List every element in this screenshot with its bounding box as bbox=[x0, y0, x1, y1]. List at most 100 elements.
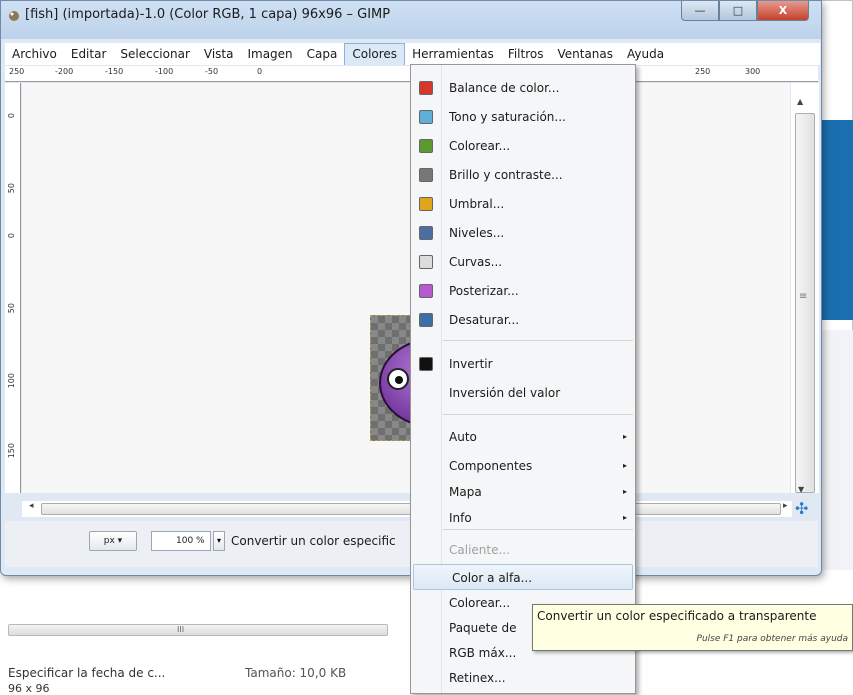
menu-item-label: Info bbox=[449, 511, 472, 525]
unit-select[interactable]: px ▾ bbox=[89, 531, 137, 551]
window-title: [fish] (importada)-1.0 (Color RGB, 1 cap… bbox=[25, 7, 391, 22]
menu-filtros[interactable]: Filtros bbox=[501, 43, 551, 65]
color-balance-icon bbox=[419, 81, 433, 95]
menu-item-label: Retinex... bbox=[449, 671, 506, 685]
menu-item-label: Tono y saturación... bbox=[449, 110, 566, 124]
menu-item[interactable]: Caliente... bbox=[411, 537, 635, 563]
menu-archivo[interactable]: Archivo bbox=[5, 43, 64, 65]
menu-item[interactable]: Auto ▸ bbox=[411, 424, 635, 450]
background-horizontal-scrollbar[interactable]: III bbox=[8, 624, 388, 636]
ruler-label: -200 bbox=[55, 67, 74, 76]
menu-item[interactable]: Posterizar... bbox=[411, 278, 635, 304]
submenu-arrow-icon: ▸ bbox=[623, 513, 628, 522]
zoom-dropdown-icon[interactable]: ▾ bbox=[213, 531, 225, 551]
scroll-left-icon[interactable]: ◂ bbox=[29, 501, 34, 511]
menu-item-label: Color a alfa... bbox=[452, 571, 533, 585]
navigate-icon[interactable]: ✣ bbox=[795, 499, 808, 518]
ruler-label: -50 bbox=[205, 67, 219, 76]
levels-icon bbox=[419, 226, 433, 240]
menu-item[interactable]: Brillo y contraste... bbox=[411, 162, 635, 188]
minimize-button[interactable]: — bbox=[681, 1, 719, 21]
menu-separator bbox=[443, 340, 633, 341]
menu-item[interactable]: Retinex... bbox=[411, 665, 635, 691]
submenu-arrow-icon: ▸ bbox=[623, 432, 628, 441]
menu-ventanas[interactable]: Ventanas bbox=[550, 43, 620, 65]
maximize-button[interactable]: □ bbox=[719, 1, 757, 21]
ruler-label: 0 bbox=[7, 233, 16, 239]
menu-herramientas[interactable]: Herramientas bbox=[405, 43, 501, 65]
ruler-label: 50 bbox=[7, 183, 16, 194]
scroll-right-icon[interactable]: ▸ bbox=[783, 501, 788, 511]
menu-item[interactable]: Balance de color... bbox=[411, 75, 635, 101]
menu-item-label: Balance de color... bbox=[449, 81, 560, 95]
file-dimensions: 96 x 96 bbox=[8, 682, 50, 695]
status-message: Convertir un color especific bbox=[231, 534, 396, 548]
ruler-label: 150 bbox=[7, 443, 16, 459]
menu-item-label: Niveles... bbox=[449, 226, 505, 240]
gimp-icon bbox=[9, 11, 19, 21]
menu-item[interactable]: Tono y saturación... bbox=[411, 104, 635, 130]
menu-item-label: Invertir bbox=[449, 357, 493, 371]
ruler-label: -100 bbox=[155, 67, 174, 76]
menu-item[interactable]: Niveles... bbox=[411, 220, 635, 246]
menu-bar: Archivo Editar Seleccionar Vista Imagen … bbox=[5, 43, 820, 65]
image-canvas[interactable] bbox=[22, 83, 790, 493]
tooltip-help: Pulse F1 para obtener más ayuda bbox=[696, 634, 848, 644]
close-button[interactable]: X bbox=[757, 1, 809, 21]
menu-item[interactable]: Componentes ▸ bbox=[411, 453, 635, 479]
menu-colores[interactable]: Colores bbox=[344, 43, 406, 65]
colores-dropdown-menu: Balance de color... Tono y saturación... C… bbox=[410, 64, 636, 694]
menu-item[interactable]: Umbral... bbox=[411, 191, 635, 217]
ruler-label: 100 bbox=[7, 373, 16, 389]
scroll-up-icon[interactable]: ▲ bbox=[797, 97, 803, 106]
menu-editar[interactable]: Editar bbox=[64, 43, 114, 65]
hue-saturation-icon bbox=[419, 110, 433, 124]
menu-item[interactable]: Mapa ▸ bbox=[411, 479, 635, 505]
menu-seleccionar[interactable]: Seleccionar bbox=[113, 43, 196, 65]
menu-item-label: Desaturar... bbox=[449, 313, 520, 327]
menu-item[interactable]: Info ▸ bbox=[411, 505, 635, 531]
menu-item[interactable]: Invertir bbox=[411, 351, 635, 377]
ruler-label: 300 bbox=[745, 67, 761, 76]
ruler-label: 0 bbox=[7, 113, 16, 119]
menu-item-label: Colorear... bbox=[449, 596, 511, 610]
menu-item[interactable]: Curvas... bbox=[411, 249, 635, 275]
menu-item[interactable]: Color a alfa... bbox=[413, 564, 633, 590]
ruler-label: 250 bbox=[9, 67, 25, 76]
posterize-icon bbox=[419, 284, 433, 298]
threshold-icon bbox=[419, 197, 433, 211]
menu-item-label: Posterizar... bbox=[449, 284, 519, 298]
menu-item-label: Curvas... bbox=[449, 255, 503, 269]
menu-item-label: RGB máx... bbox=[449, 646, 517, 660]
scroll-grip: III bbox=[177, 625, 185, 634]
menu-item-label: Mapa bbox=[449, 485, 482, 499]
menu-item-label: Brillo y contraste... bbox=[449, 168, 563, 182]
ruler-label: 250 bbox=[695, 67, 711, 76]
ruler-label: 0 bbox=[257, 67, 263, 76]
tooltip-text: Convertir un color especificado a transp… bbox=[537, 609, 817, 623]
menu-item[interactable]: Colorear... bbox=[411, 133, 635, 159]
ruler-label: -150 bbox=[105, 67, 124, 76]
menu-ayuda[interactable]: Ayuda bbox=[620, 43, 671, 65]
file-size: Tamaño: 10,0 KB bbox=[245, 666, 347, 680]
vertical-ruler[interactable]: 0 50 0 50 100 150 bbox=[5, 83, 21, 493]
curves-icon bbox=[419, 255, 433, 269]
menu-capa[interactable]: Capa bbox=[300, 43, 345, 65]
menu-vista[interactable]: Vista bbox=[197, 43, 241, 65]
title-bar[interactable]: [fish] (importada)-1.0 (Color RGB, 1 cap… bbox=[1, 1, 821, 39]
menu-item-label: Umbral... bbox=[449, 197, 505, 211]
menu-item[interactable]: Inversión del valor bbox=[411, 380, 635, 406]
scroll-grip-icon: ≡ bbox=[799, 291, 808, 302]
colorize-icon bbox=[419, 139, 433, 153]
submenu-arrow-icon: ▸ bbox=[623, 487, 628, 496]
zoom-input[interactable]: 100 % bbox=[151, 531, 211, 551]
desaturate-icon bbox=[419, 313, 433, 327]
menu-item[interactable]: Desaturar... bbox=[411, 307, 635, 333]
menu-separator bbox=[443, 414, 633, 415]
menu-imagen[interactable]: Imagen bbox=[240, 43, 299, 65]
submenu-arrow-icon: ▸ bbox=[623, 461, 628, 470]
menu-item-label: Paquete de bbox=[449, 621, 517, 635]
scroll-down-icon[interactable]: ▼ bbox=[798, 485, 804, 494]
menu-item-label: Componentes bbox=[449, 459, 533, 473]
vertical-scroll-thumb[interactable] bbox=[795, 113, 815, 493]
